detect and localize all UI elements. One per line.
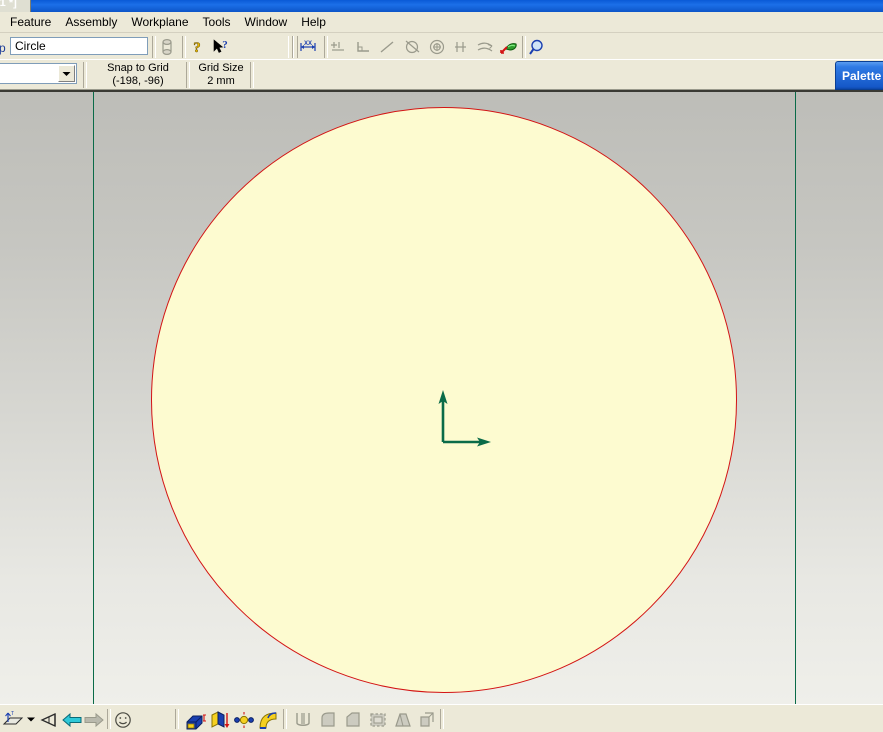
grid-size-status: Grid Size 2 mm [190, 61, 252, 89]
palette-panel-tab[interactable]: Palette [835, 61, 883, 90]
constraint-fix-icon[interactable] [498, 36, 520, 58]
dimension-linear-icon[interactable]: XX [297, 36, 319, 58]
coincident-glyph [331, 42, 344, 51]
loft-glyph [259, 711, 277, 729]
bottom-separator-4 [440, 709, 444, 729]
snap-to-grid-status: Snap to Grid (-198, -96) [88, 61, 188, 89]
menu-window[interactable]: Window [238, 13, 295, 32]
constraint-equal-icon[interactable] [450, 36, 472, 58]
concentric-glyph [429, 39, 445, 55]
pattern-glyph [420, 711, 434, 727]
dropdown-caret-glyph [27, 717, 35, 722]
svg-text:?: ? [222, 39, 228, 51]
revolve-glyph [211, 710, 230, 728]
primary-toolbar: p Circle ? ? XX [0, 33, 883, 60]
extrude-glyph [186, 713, 206, 729]
fillet-icon[interactable] [317, 709, 339, 730]
constraint-tangent-icon[interactable] [402, 36, 424, 58]
feature-toolbar: T [0, 704, 883, 732]
magnifier-glyph [529, 39, 543, 55]
status-divider-1 [83, 62, 87, 88]
right-arrow-glyph [84, 712, 104, 727]
canvas-top-border [0, 90, 883, 92]
cylinder-toggle-icon[interactable] [156, 36, 178, 58]
tangent-glyph [405, 40, 420, 54]
drawing-canvas[interactable] [0, 90, 883, 704]
snap-to-grid-value: (-198, -96) [112, 75, 164, 87]
pattern-icon[interactable] [417, 709, 439, 730]
draft-glyph [395, 712, 411, 727]
workplane-dropdown-icon[interactable] [25, 709, 37, 730]
bottom-separator-1 [107, 709, 111, 729]
bottom-separator-3 [283, 709, 287, 729]
constraint-parallel-icon[interactable] [474, 36, 496, 58]
constraint-perpendicular-icon[interactable] [352, 36, 374, 58]
hole-icon[interactable] [292, 709, 314, 730]
shell-icon[interactable] [367, 709, 389, 730]
draft-icon[interactable] [392, 709, 414, 730]
clipped-left-label: p [0, 41, 6, 55]
shell-glyph [370, 712, 386, 727]
application-window: [1 *] Feature Assembly Workplane Tools W… [0, 0, 883, 732]
smiley-face-icon[interactable] [112, 709, 134, 730]
hole-glyph [296, 712, 310, 726]
parallel-glyph [477, 42, 493, 52]
window-title: [1 *] [0, 0, 17, 9]
perpendicular-glyph [357, 42, 369, 52]
fillet-glyph [321, 711, 335, 727]
grid-size-label: Grid Size [198, 62, 244, 74]
palette-tab-label: Palette [842, 68, 882, 83]
bottom-separator-2 [175, 709, 179, 729]
origin-axes [438, 390, 491, 447]
previous-view-icon[interactable] [61, 709, 83, 730]
menu-bar: Feature Assembly Workplane Tools Window … [0, 12, 883, 33]
next-view-icon[interactable] [83, 709, 105, 730]
svg-text:T: T [11, 711, 14, 717]
fix-anchor-glyph [500, 43, 517, 54]
snap-to-grid-label: Snap to Grid [107, 62, 169, 74]
constraint-line-icon[interactable] [376, 36, 398, 58]
chamfer-icon[interactable] [342, 709, 364, 730]
workplane-new-icon[interactable]: T [2, 709, 24, 730]
constraint-coincident-icon[interactable] [328, 36, 350, 58]
view-direction-icon[interactable] [38, 709, 60, 730]
line-glyph [380, 41, 394, 53]
menu-tools[interactable]: Tools [196, 13, 238, 32]
sweep-glyph [234, 711, 254, 728]
cylinder-glyph [162, 39, 172, 55]
chevron-down-glyph [62, 71, 71, 76]
menu-help[interactable]: Help [294, 13, 333, 32]
workplane-right-boundary [795, 92, 796, 704]
status-divider-3 [250, 62, 254, 88]
extrude-icon[interactable] [185, 709, 207, 730]
chamfer-glyph [346, 711, 360, 727]
arrow-question-glyph: ? [213, 39, 228, 53]
menu-assembly[interactable]: Assembly [58, 13, 124, 32]
question-mark-glyph: ? [193, 40, 201, 55]
loft-icon[interactable] [257, 709, 279, 730]
help-question-icon[interactable]: ? [186, 36, 208, 58]
dimension-glyph: XX [300, 41, 316, 51]
workplane-left-boundary [93, 92, 94, 704]
revolve-icon[interactable] [209, 709, 231, 730]
svg-text:XX: XX [304, 41, 312, 47]
workplane-select[interactable] [0, 63, 77, 84]
sweep-icon[interactable] [233, 709, 255, 730]
zoom-magnifier-icon[interactable] [526, 36, 548, 58]
equal-glyph [455, 42, 466, 52]
menu-workplane[interactable]: Workplane [124, 13, 195, 32]
smiley-glyph [115, 711, 131, 728]
chevron-down-icon[interactable] [58, 65, 75, 82]
profile-name-input[interactable]: Circle [10, 37, 148, 55]
context-help-arrow-icon[interactable]: ? [210, 36, 232, 58]
svg-text:?: ? [193, 40, 201, 55]
workplane-glyph: T [2, 711, 24, 725]
title-bar: [1 *] [0, 0, 883, 12]
left-arrow-glyph [62, 712, 82, 727]
view-cone-glyph [40, 712, 56, 727]
menu-feature[interactable]: Feature [3, 13, 58, 32]
constraint-concentric-icon[interactable] [426, 36, 448, 58]
status-strip: Snap to Grid (-198, -96) Grid Size 2 mm [0, 60, 883, 90]
grid-size-value: 2 mm [207, 75, 235, 87]
